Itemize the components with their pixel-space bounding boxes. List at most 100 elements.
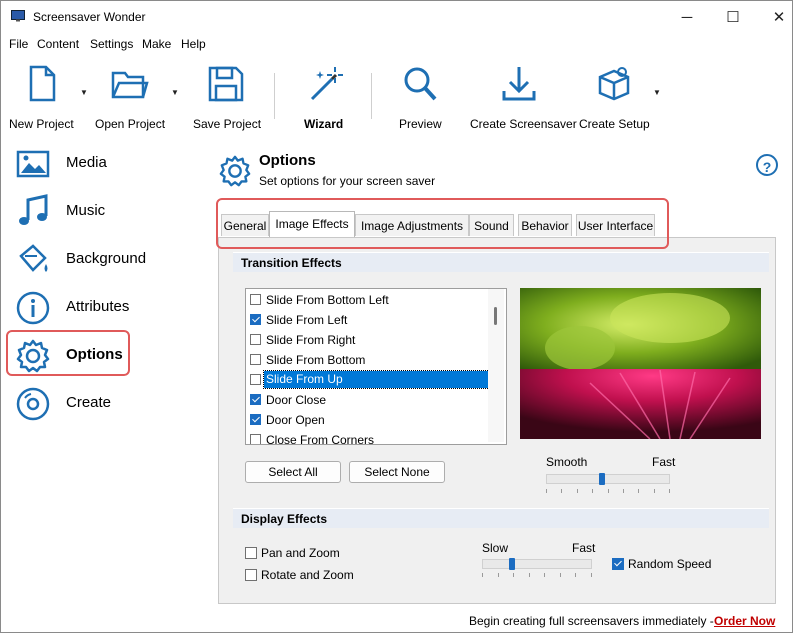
slider-thumb[interactable]	[508, 558, 515, 570]
menu-settings[interactable]: Settings	[90, 37, 133, 51]
app-window: Screensaver Wonder ─ ☐ ✕ File Content Se…	[0, 0, 793, 633]
checkbox[interactable]	[250, 294, 261, 305]
menu-file[interactable]: File	[9, 37, 28, 51]
sidebar-item-media[interactable]: Media	[15, 144, 215, 184]
menu-make[interactable]: Make	[142, 37, 171, 51]
checkbox[interactable]	[250, 334, 261, 345]
sidebar-item-attributes[interactable]: Attributes	[15, 288, 215, 328]
slider-tick	[497, 573, 499, 577]
list-scrollbar[interactable]	[488, 289, 504, 442]
page-subtitle: Set options for your screen saver	[259, 174, 436, 188]
window-title: Screensaver Wonder	[33, 10, 146, 24]
slider-tick	[559, 573, 561, 577]
create-setup-dropdown[interactable]: ▼	[653, 88, 661, 97]
minimize-button[interactable]: ─	[664, 1, 710, 33]
menu-content[interactable]: Content	[37, 37, 79, 51]
music-note-icon	[19, 194, 48, 225]
paint-bucket-icon	[19, 244, 48, 272]
checkbox[interactable]	[250, 314, 261, 325]
status-message: Begin creating full screensavers immedia…	[469, 614, 714, 628]
gear-icon	[16, 339, 50, 373]
floppy-disk-icon	[208, 66, 244, 102]
slider-tick	[528, 573, 530, 577]
help-icon[interactable]: ?	[756, 154, 778, 176]
display-effects-heading: Display Effects	[233, 508, 769, 528]
toolbar: New Project ▼ Open Project ▼ Save Projec…	[1, 55, 792, 135]
new-project-button[interactable]: New Project	[9, 61, 75, 131]
toolbar-separator	[274, 73, 275, 119]
magnifier-icon	[404, 67, 437, 101]
slider-ticks	[482, 573, 592, 577]
new-project-dropdown[interactable]: ▼	[80, 88, 88, 97]
maximize-button[interactable]: ☐	[710, 1, 756, 33]
sidebar-item-music[interactable]: Music	[15, 192, 215, 232]
sidebar-item-options[interactable]: Options	[15, 336, 215, 376]
wizard-button[interactable]: Wizard	[303, 61, 347, 131]
list-item[interactable]: Slide From Bottom Left	[249, 291, 489, 310]
select-all-button[interactable]: Select All	[245, 461, 341, 483]
list-item[interactable]: Slide From Bottom	[249, 351, 489, 370]
transition-speed-label-left: Smooth	[546, 455, 588, 469]
scrollbar-thumb[interactable]	[494, 307, 497, 325]
options-gear-icon	[219, 155, 251, 187]
transition-speed-slider[interactable]	[546, 473, 670, 485]
list-item[interactable]: Slide From Right	[249, 331, 489, 350]
list-item[interactable]: Slide From Left	[249, 311, 489, 330]
list-item-selected[interactable]: Slide From Up	[249, 370, 490, 390]
slider-tick	[561, 489, 563, 493]
download-arrow-icon	[502, 67, 536, 101]
new-document-icon	[29, 65, 56, 102]
sidebar-item-background[interactable]: Background	[15, 240, 215, 280]
app-monitor-icon	[11, 10, 25, 22]
sidebar-item-create[interactable]: Create	[15, 384, 215, 424]
list-item[interactable]: Door Open	[249, 411, 489, 430]
tabs-highlight-frame	[216, 198, 669, 249]
select-none-button[interactable]: Select None	[349, 461, 445, 483]
checkbox[interactable]	[250, 434, 261, 444]
display-speed-label-left: Slow	[482, 541, 509, 555]
list-item[interactable]: Door Close	[249, 391, 489, 410]
close-button[interactable]: ✕	[756, 1, 792, 33]
create-screensaver-button[interactable]: Create Screensaver	[470, 61, 577, 131]
menu-help[interactable]: Help	[181, 37, 206, 51]
transition-effects-heading: Transition Effects	[233, 252, 769, 272]
transition-speed-label-right: Fast	[652, 455, 676, 469]
order-now-link[interactable]: Order Now	[714, 614, 775, 628]
checkbox[interactable]	[250, 354, 261, 365]
rotate-zoom-checkbox[interactable]: Rotate and Zoom	[245, 568, 375, 584]
toolbar-separator	[371, 73, 372, 119]
open-project-dropdown[interactable]: ▼	[171, 88, 179, 97]
effect-preview-image	[520, 288, 761, 439]
checkbox[interactable]	[250, 414, 261, 425]
display-speed-slider[interactable]	[482, 558, 592, 570]
slider-tick	[669, 489, 670, 493]
disc-icon	[16, 387, 50, 421]
transition-effects-list[interactable]: Slide From Bottom Left Slide From Left S…	[245, 288, 507, 445]
slider-tick	[544, 573, 546, 577]
checkbox[interactable]	[250, 394, 261, 405]
slider-tick	[576, 489, 578, 493]
title-bar: Screensaver Wonder ─ ☐ ✕	[1, 1, 792, 33]
package-box-icon	[598, 67, 630, 101]
info-icon	[16, 291, 50, 325]
slider-tick	[653, 489, 655, 493]
slider-tick	[622, 489, 624, 493]
slider-tick	[546, 489, 547, 493]
pan-zoom-checkbox[interactable]: Pan and Zoom	[245, 546, 365, 562]
slider-tick	[592, 489, 594, 493]
checkbox[interactable]	[250, 374, 261, 385]
slider-tick	[638, 489, 640, 493]
open-project-button[interactable]: Open Project	[95, 61, 167, 131]
page-title: Options	[259, 152, 316, 169]
status-bar: Begin creating full screensavers immedia…	[1, 605, 792, 632]
slider-thumb[interactable]	[599, 473, 606, 485]
random-speed-checkbox[interactable]: Random Speed	[612, 557, 722, 573]
slider-tick	[591, 573, 592, 577]
folder-icon	[111, 71, 149, 99]
list-item[interactable]: Close From Corners	[249, 431, 489, 444]
display-speed-label-right: Fast	[572, 541, 596, 555]
preview-button[interactable]: Preview	[398, 61, 442, 131]
create-setup-button[interactable]: Create Setup	[579, 61, 650, 131]
slider-tick	[575, 573, 577, 577]
save-project-button[interactable]: Save Project	[193, 61, 261, 131]
